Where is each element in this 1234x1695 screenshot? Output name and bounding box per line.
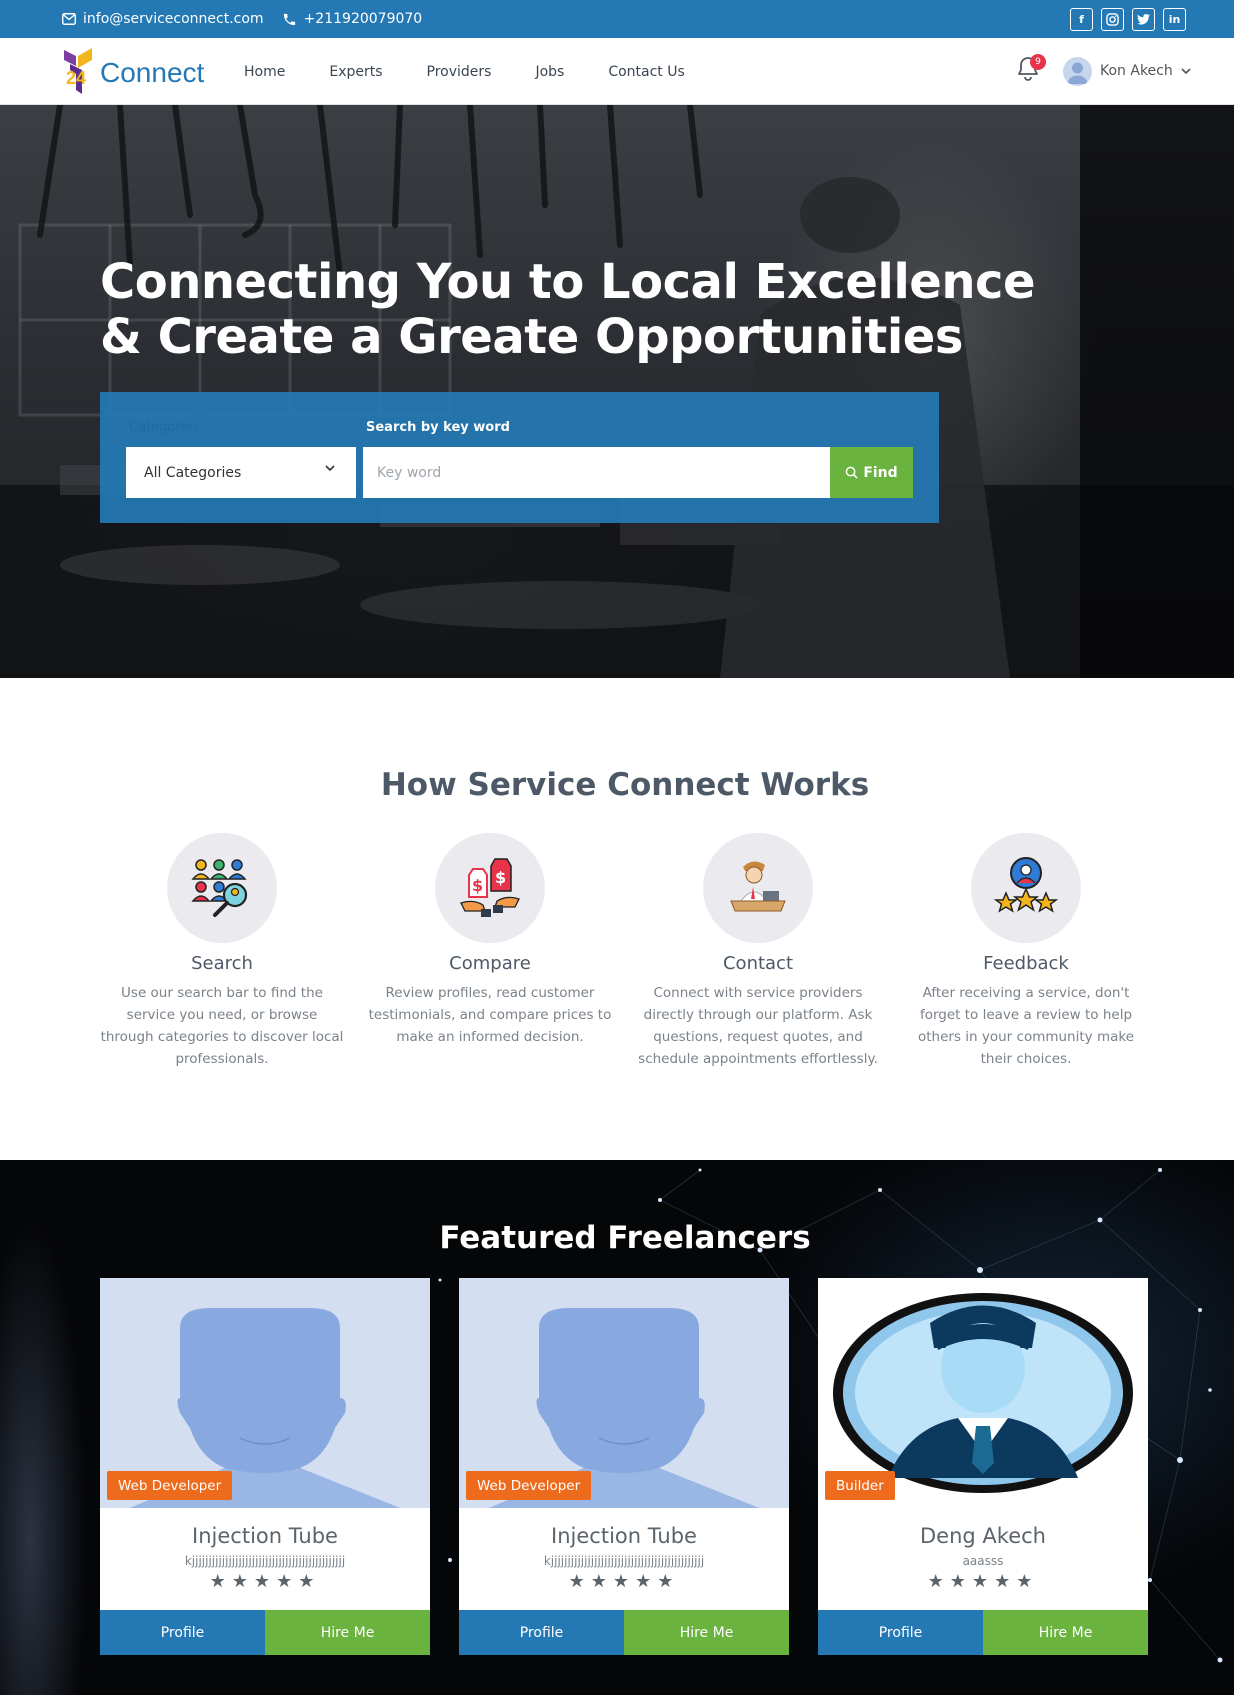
- categories-label: Categories: [129, 420, 200, 435]
- category-badge: Web Developer: [466, 1471, 592, 1500]
- keyword-search-input[interactable]: [363, 447, 830, 498]
- people-search-icon: [191, 859, 248, 917]
- chevron-down-icon: [325, 465, 335, 472]
- star-rating: ★★★★★: [209, 1571, 321, 1592]
- step-name: Search: [191, 953, 253, 974]
- featured-freelancers-title: Featured Freelancers: [439, 1220, 811, 1256]
- email-contact[interactable]: info@serviceconnect.com: [62, 11, 264, 27]
- svg-text:$: $: [495, 868, 506, 887]
- step-icon-circle: [167, 833, 277, 943]
- freelancer-subtitle: kjjjjjjjjjjjjjjjjjjjjjjjjjjjjjjjjjjjjjjj…: [184, 1554, 346, 1568]
- top-contact-bar: info@serviceconnect.com +211920079070 f …: [0, 0, 1234, 38]
- notification-count-badge: 9: [1030, 54, 1046, 70]
- star-rating: ★★★★★: [927, 1571, 1039, 1592]
- freelancer-card: Web Developer Injection Tube kjjjjjjjjjj…: [100, 1278, 430, 1655]
- contact-info: info@serviceconnect.com +211920079070: [62, 0, 440, 38]
- step-compare: $ $ Compare Review profiles, read custom…: [365, 833, 615, 1048]
- nav-link-contact-us[interactable]: Contact Us: [608, 64, 684, 80]
- card-actions: Profile Hire Me: [459, 1610, 789, 1655]
- freelancer-subtitle: kjjjjjjjjjjjjjjjjjjjjjjjjjjjjjjjjjjjjjjj…: [543, 1554, 705, 1568]
- step-name: Compare: [449, 953, 531, 974]
- phone-icon: [283, 13, 295, 25]
- find-button-label: Find: [863, 464, 898, 481]
- nav-link-experts[interactable]: Experts: [329, 64, 382, 80]
- step-icon-circle: $ $: [435, 833, 545, 943]
- hero-headline-line1: Connecting You to Local Excellence: [100, 254, 1036, 310]
- hire-me-button[interactable]: Hire Me: [265, 1610, 430, 1655]
- hero-headline-line2: & Create a Greate Opportunities: [100, 309, 963, 365]
- twitter-icon[interactable]: [1132, 8, 1155, 31]
- category-selected-value: All Categories: [144, 464, 242, 481]
- keyword-label: Search by key word: [366, 420, 510, 435]
- step-icon-circle: [971, 833, 1081, 943]
- featured-freelancers-section: Featured Freelancers Web Developer Injec…: [0, 1160, 1234, 1695]
- price-compare-icon: $ $: [460, 858, 520, 917]
- linkedin-icon[interactable]: in: [1163, 8, 1186, 31]
- logo-mark-icon: 24: [64, 48, 92, 94]
- freelancer-name: Injection Tube: [192, 1524, 338, 1548]
- nav-link-home[interactable]: Home: [244, 64, 285, 80]
- freelancer-name: Injection Tube: [551, 1524, 697, 1548]
- nav-menu: Home Experts Providers Jobs Contact Us: [244, 38, 729, 105]
- nav-link-providers[interactable]: Providers: [427, 64, 492, 80]
- hero-banner: Connecting You to Local Excellence & Cre…: [0, 105, 1234, 678]
- freelancer-card: Builder Deng Akech aaasss ★★★★★ Profile …: [818, 1278, 1148, 1655]
- card-actions: Profile Hire Me: [818, 1610, 1148, 1655]
- notifications-button[interactable]: 9: [1016, 54, 1046, 84]
- profile-button[interactable]: Profile: [100, 1610, 265, 1655]
- social-links: f in: [1062, 8, 1186, 31]
- main-navbar: 24 Connect Home Experts Providers Jobs C…: [0, 38, 1234, 105]
- category-select[interactable]: All Categories: [126, 447, 356, 498]
- mail-icon: [62, 13, 76, 25]
- step-contact: Contact Connect with service providers d…: [633, 833, 883, 1070]
- profile-button[interactable]: Profile: [459, 1610, 624, 1655]
- email-text: info@serviceconnect.com: [83, 11, 264, 27]
- step-search: Search Use our search bar to find the se…: [97, 833, 347, 1070]
- star-rating: ★★★★★: [568, 1571, 680, 1592]
- star-rating-user-icon: [993, 857, 1059, 913]
- step-description: Use our search bar to find the service y…: [100, 985, 344, 1067]
- user-menu[interactable]: Kon Akech: [1063, 56, 1192, 86]
- search-icon: [845, 466, 858, 479]
- category-badge: Web Developer: [107, 1471, 233, 1500]
- step-description: After receiving a service, don't forget …: [917, 985, 1135, 1067]
- instagram-icon[interactable]: [1101, 8, 1124, 31]
- hero-headline: Connecting You to Local Excellence & Cre…: [100, 255, 1060, 365]
- svg-text:24: 24: [66, 68, 86, 88]
- step-feedback: Feedback After receiving a service, don'…: [901, 833, 1151, 1070]
- logo-text: Connect: [100, 57, 205, 88]
- category-badge: Builder: [825, 1471, 895, 1500]
- svg-text:$: $: [472, 876, 483, 895]
- nav-link-jobs[interactable]: Jobs: [535, 64, 564, 80]
- step-name: Contact: [722, 953, 794, 974]
- how-it-works-title: How Service Connect Works: [380, 767, 870, 803]
- step-description: Review profiles, read customer testimoni…: [368, 985, 612, 1045]
- profile-button[interactable]: Profile: [818, 1610, 983, 1655]
- phone-text: +211920079070: [303, 11, 423, 27]
- user-name: Kon Akech: [1100, 63, 1173, 79]
- person-laptop-icon: [730, 861, 786, 912]
- step-description: Connect with service providers directly …: [638, 985, 878, 1067]
- card-actions: Profile Hire Me: [100, 1610, 430, 1655]
- hire-me-button[interactable]: Hire Me: [624, 1610, 789, 1655]
- avatar: [1063, 56, 1092, 86]
- step-name: Feedback: [983, 953, 1069, 974]
- freelancer-name: Deng Akech: [920, 1524, 1046, 1548]
- freelancer-subtitle: aaasss: [962, 1554, 1004, 1568]
- site-logo[interactable]: 24 Connect: [62, 46, 204, 96]
- chevron-down-icon: [1181, 68, 1191, 75]
- phone-contact[interactable]: +211920079070: [282, 11, 423, 27]
- hire-me-button[interactable]: Hire Me: [983, 1610, 1148, 1655]
- facebook-icon[interactable]: f: [1070, 8, 1093, 31]
- freelancer-card: Web Developer Injection Tube kjjjjjjjjjj…: [459, 1278, 789, 1655]
- search-panel: Categories Search by key word All Catego…: [100, 392, 939, 523]
- find-button[interactable]: Find: [830, 447, 913, 498]
- step-icon-circle: [703, 833, 813, 943]
